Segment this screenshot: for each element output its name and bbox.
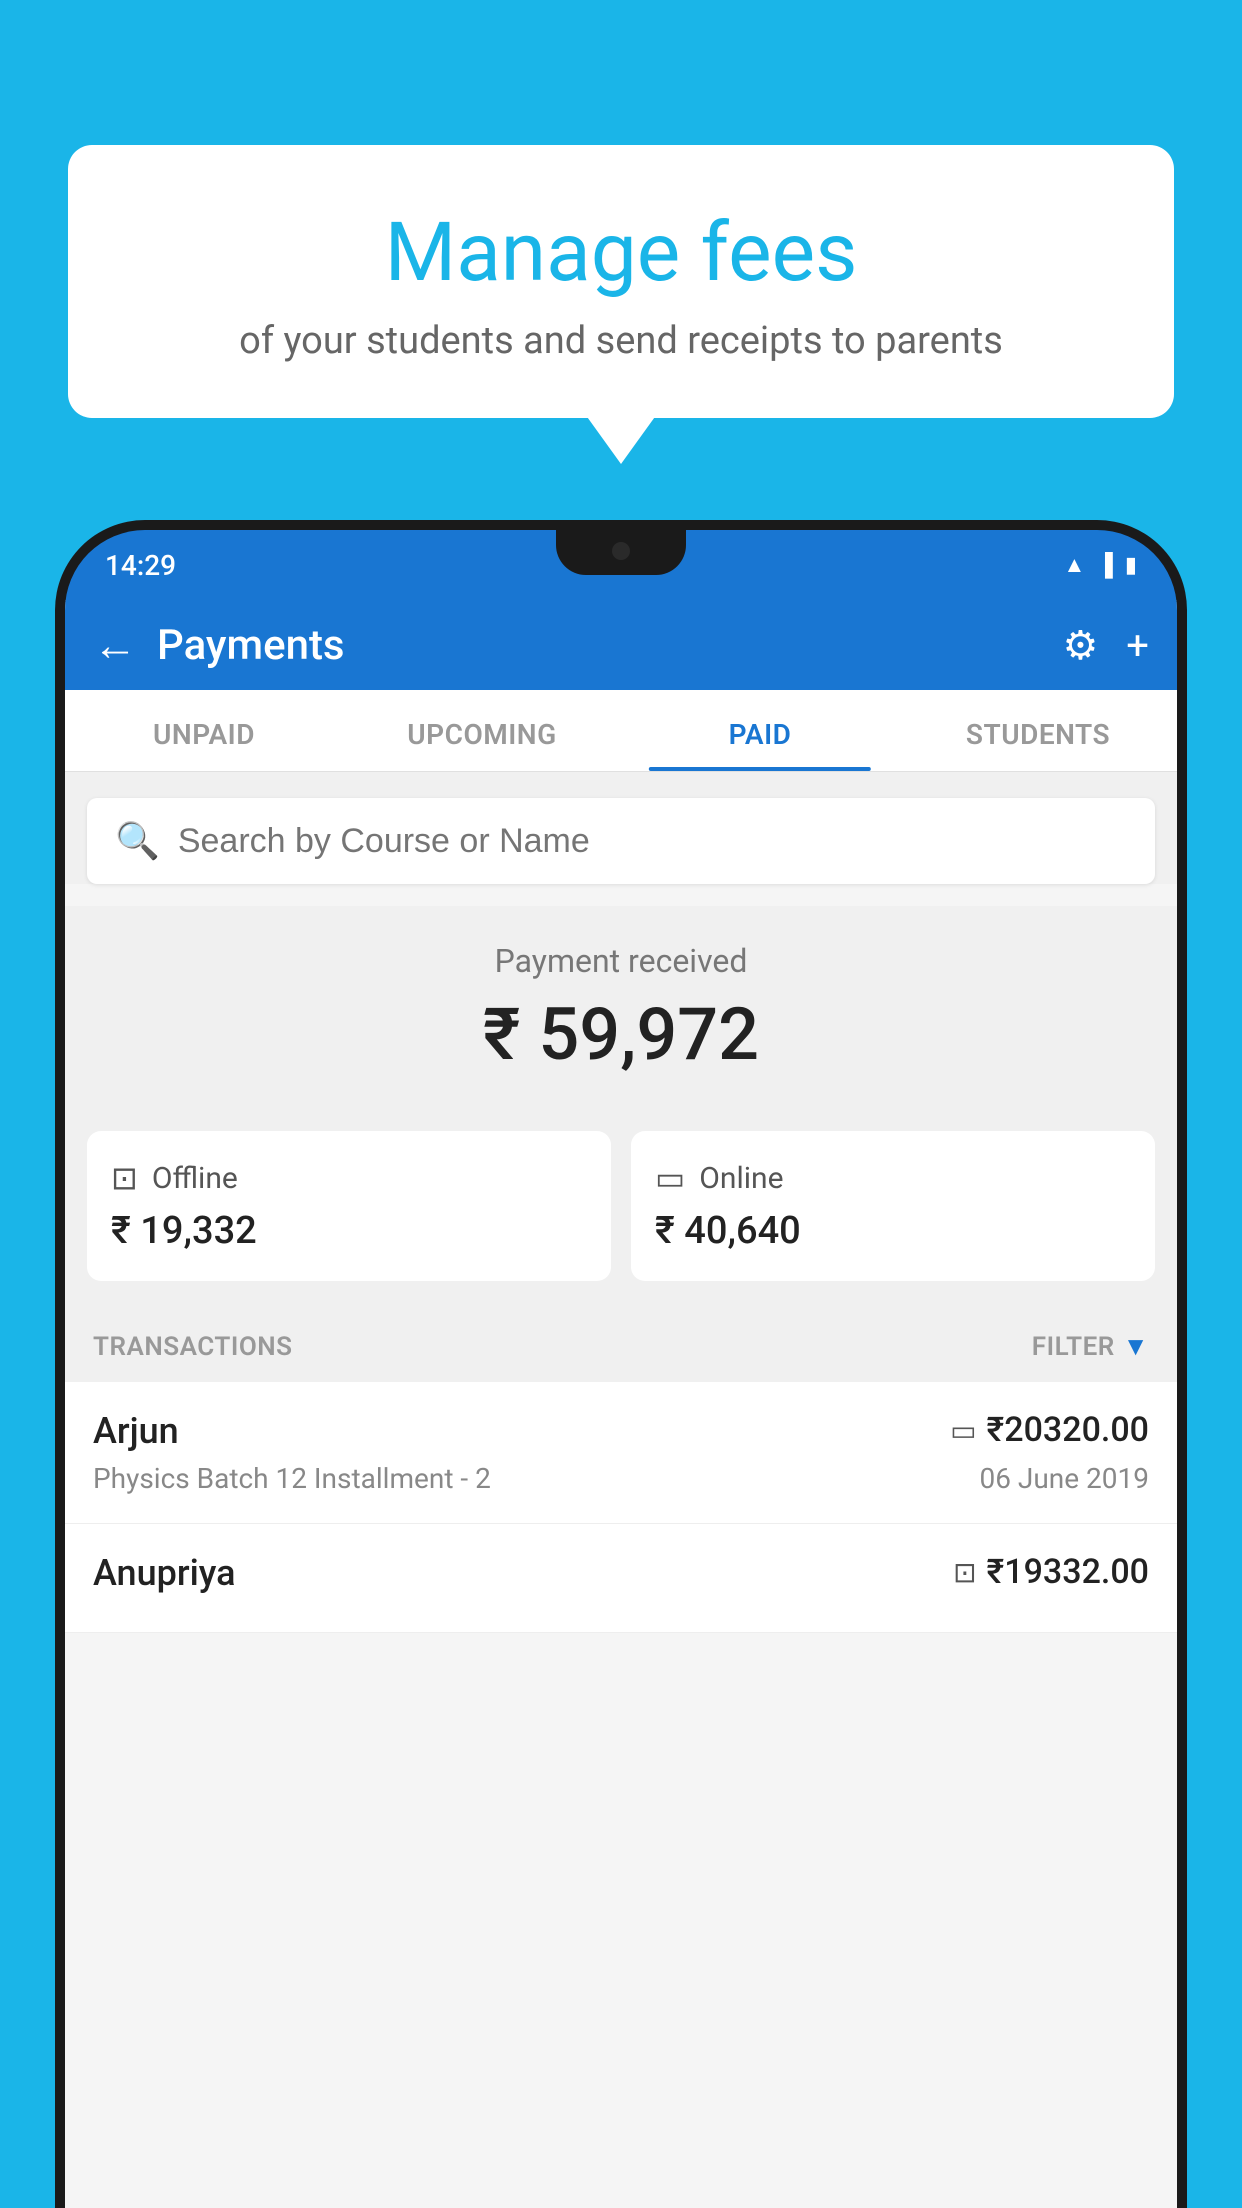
offline-card: ⊡ Offline ₹ 19,332 bbox=[87, 1131, 611, 1281]
payment-cards: ⊡ Offline ₹ 19,332 ▭ Online ₹ 40,640 bbox=[65, 1109, 1177, 1303]
filter-icon: ▼ bbox=[1123, 1331, 1149, 1362]
settings-icon[interactable]: ⚙ bbox=[1062, 622, 1098, 669]
transaction-detail-1: Physics Batch 12 Installment - 2 06 June… bbox=[93, 1462, 1149, 1495]
transaction-course: Physics Batch 12 Installment - 2 bbox=[93, 1462, 491, 1495]
transaction-row-1: Arjun ▭ ₹20320.00 bbox=[93, 1410, 1149, 1452]
payment-label: Payment received bbox=[93, 942, 1149, 980]
transactions-label: TRANSACTIONS bbox=[93, 1332, 293, 1362]
transaction-amount-row-2: ⊡ ₹19332.00 bbox=[953, 1552, 1149, 1592]
camera-dot bbox=[612, 542, 630, 560]
filter-button[interactable]: FILTER ▼ bbox=[1032, 1331, 1149, 1362]
transaction-date: 06 June 2019 bbox=[979, 1462, 1149, 1495]
page-title: Payments bbox=[157, 621, 1062, 670]
online-payment-icon: ▭ bbox=[950, 1414, 976, 1447]
tab-students[interactable]: STUDENTS bbox=[899, 690, 1177, 771]
add-icon[interactable]: + bbox=[1126, 622, 1149, 669]
offline-label: Offline bbox=[152, 1161, 238, 1196]
transaction-amount-2: ₹19332.00 bbox=[987, 1552, 1149, 1592]
signal-icon: ▐ bbox=[1097, 552, 1113, 578]
speech-bubble: Manage fees of your students and send re… bbox=[68, 145, 1174, 418]
tabs-bar: UNPAID UPCOMING PAID STUDENTS bbox=[65, 690, 1177, 772]
online-card-header: ▭ Online bbox=[655, 1159, 1131, 1197]
online-label: Online bbox=[699, 1161, 783, 1196]
offline-card-header: ⊡ Offline bbox=[111, 1159, 587, 1197]
search-icon: 🔍 bbox=[115, 820, 160, 862]
phone-frame: 14:29 ▲ ▐ ▮ ← Payments ⚙ + UNPAID UPCOM bbox=[55, 520, 1187, 2208]
payment-summary: Payment received ₹ 59,972 bbox=[65, 906, 1177, 1109]
top-bar-actions: ⚙ + bbox=[1062, 622, 1149, 669]
back-button[interactable]: ← bbox=[93, 619, 137, 671]
tab-paid[interactable]: PAID bbox=[621, 690, 899, 771]
transaction-name: Arjun bbox=[93, 1410, 179, 1452]
payment-amount: ₹ 59,972 bbox=[93, 992, 1149, 1077]
app-screen: ← Payments ⚙ + UNPAID UPCOMING PAID STUD… bbox=[65, 600, 1177, 2208]
offline-amount: ₹ 19,332 bbox=[111, 1209, 587, 1253]
online-icon: ▭ bbox=[655, 1159, 685, 1197]
transaction-amount-row: ▭ ₹20320.00 bbox=[950, 1410, 1149, 1450]
search-bar[interactable]: 🔍 bbox=[87, 798, 1155, 884]
status-bar: 14:29 ▲ ▐ ▮ bbox=[65, 530, 1177, 600]
transaction-list: Arjun ▭ ₹20320.00 Physics Batch 12 Insta… bbox=[65, 1382, 1177, 1633]
notch bbox=[556, 530, 686, 575]
battery-icon: ▮ bbox=[1125, 553, 1137, 578]
offline-payment-icon: ⊡ bbox=[953, 1556, 976, 1589]
wifi-icon: ▲ bbox=[1064, 552, 1086, 578]
phone-inner: 14:29 ▲ ▐ ▮ ← Payments ⚙ + UNPAID UPCOM bbox=[65, 530, 1177, 2208]
bubble-title: Manage fees bbox=[128, 205, 1114, 301]
transaction-name-2: Anupriya bbox=[93, 1552, 236, 1594]
tab-unpaid[interactable]: UNPAID bbox=[65, 690, 343, 771]
online-amount: ₹ 40,640 bbox=[655, 1209, 1131, 1253]
table-row[interactable]: Arjun ▭ ₹20320.00 Physics Batch 12 Insta… bbox=[65, 1382, 1177, 1524]
transaction-row-2: Anupriya ⊡ ₹19332.00 bbox=[93, 1552, 1149, 1594]
table-row[interactable]: Anupriya ⊡ ₹19332.00 bbox=[65, 1524, 1177, 1633]
status-icons: ▲ ▐ ▮ bbox=[1064, 552, 1137, 578]
bubble-subtitle: of your students and send receipts to pa… bbox=[128, 319, 1114, 363]
transaction-amount: ₹20320.00 bbox=[987, 1410, 1149, 1450]
online-card: ▭ Online ₹ 40,640 bbox=[631, 1131, 1155, 1281]
status-time: 14:29 bbox=[105, 549, 176, 582]
transactions-header: TRANSACTIONS FILTER ▼ bbox=[65, 1303, 1177, 1382]
top-bar: ← Payments ⚙ + bbox=[65, 600, 1177, 690]
search-input[interactable] bbox=[178, 822, 1127, 861]
filter-label: FILTER bbox=[1032, 1332, 1115, 1362]
offline-icon: ⊡ bbox=[111, 1159, 138, 1197]
tab-upcoming[interactable]: UPCOMING bbox=[343, 690, 621, 771]
